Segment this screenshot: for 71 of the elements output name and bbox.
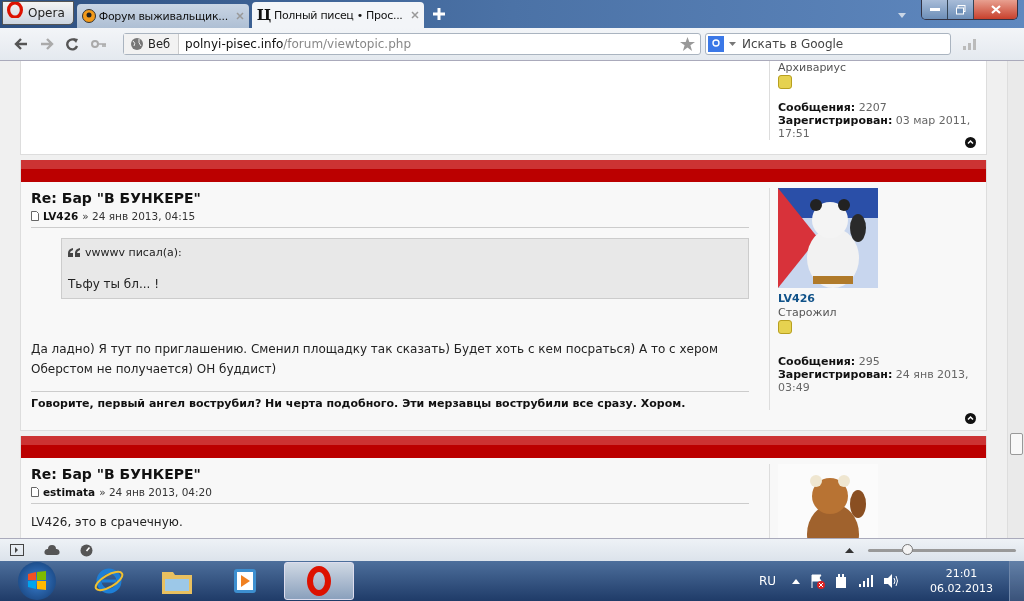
cloud-icon[interactable] — [44, 545, 60, 555]
opera-logo-icon — [307, 566, 331, 596]
clock-date: 06.02.2013 — [930, 581, 993, 596]
url-text: polnyi-pisec.info/forum/viewtopic.php — [184, 37, 412, 51]
post-date: » 24 янв 2013, 04:20 — [99, 486, 212, 498]
user-rank: Старожил — [778, 306, 838, 319]
reload-icon[interactable] — [66, 37, 79, 51]
tab-title: Полный писец • Прос... — [273, 8, 404, 22]
start-button[interactable] — [18, 562, 56, 600]
back-to-top-icon[interactable] — [965, 413, 976, 424]
search-engine-icon[interactable] — [708, 36, 724, 52]
favicon-icon — [81, 9, 96, 23]
restore-button[interactable] — [948, 0, 974, 19]
post-icon[interactable] — [31, 487, 39, 497]
show-hidden-icons-icon[interactable] — [792, 578, 800, 584]
post-text: Да ладно) Я тут по приглашению. Сменил площадку так сказать) Будет хоть с кем посраться) А то с хером Оберстом не получается) ОН буддист) — [31, 341, 719, 378]
address-field[interactable]: Веб polnyi-pisec.info/forum/viewtopic.php — [123, 33, 701, 55]
flag-icon[interactable] — [810, 573, 825, 589]
registration-date: Зарегистрирован: 03 мар 2011, 17:51 — [778, 114, 972, 140]
panel-toggle-icon[interactable] — [10, 544, 24, 556]
close-icon[interactable] — [410, 11, 419, 19]
registration-date: Зарегистрирован: 24 янв 2013, 03:49 — [778, 368, 970, 394]
search-field[interactable]: Искать в Google — [705, 33, 951, 55]
signature: Говорите, первый ангел вострубил? Ни черта подобного. Эти мерзавцы вострубили все сразу. Хором. — [31, 391, 749, 410]
browser-tab[interactable]: Ц Полный писец • Прос... — [251, 2, 424, 28]
clock-time: 21:01 — [945, 566, 978, 581]
minimize-icon — [929, 7, 940, 12]
post-title[interactable]: Re: Бар "В БУНКЕРЕ" — [31, 466, 749, 482]
favicon-letter: Ц — [256, 6, 271, 24]
windows-logo-icon — [26, 570, 48, 592]
post-icon[interactable] — [31, 211, 39, 221]
quote-text: Тьфу ты бл... ! — [68, 277, 160, 291]
volume-icon[interactable] — [884, 574, 900, 588]
new-tab-icon[interactable] — [432, 8, 445, 20]
post-title[interactable]: Re: Бар "В БУНКЕРЕ" — [31, 190, 749, 206]
opera-menu-button[interactable]: Opera — [2, 1, 74, 25]
play-icon — [232, 567, 258, 595]
profile-name[interactable]: LV426 — [778, 292, 974, 305]
network-icon[interactable] — [859, 575, 874, 587]
quote-icon — [68, 248, 80, 257]
back-icon[interactable] — [14, 38, 28, 50]
post-text: LV426, это в срачечную. — [31, 514, 184, 531]
post-count: Сообщения: 2207 — [778, 101, 888, 114]
browser-tab[interactable]: Форум выживальщик... — [76, 4, 249, 28]
close-icon — [990, 5, 1001, 14]
close-button[interactable] — [974, 0, 1017, 19]
minimize-button[interactable] — [922, 0, 948, 19]
clock[interactable]: 21:01 06.02.2013 — [924, 566, 999, 596]
dropdown-icon[interactable] — [729, 42, 736, 46]
restore-icon — [955, 4, 966, 15]
zoom-menu-icon[interactable] — [845, 547, 854, 553]
rank-badge — [778, 320, 792, 334]
site-badge[interactable]: Веб — [124, 34, 180, 54]
star-icon[interactable] — [680, 37, 695, 51]
language-indicator[interactable]: RU — [758, 574, 776, 588]
tab-list-icon[interactable] — [898, 13, 906, 18]
power-icon[interactable] — [835, 573, 849, 589]
tab-title: Форум выживальщик... — [98, 9, 229, 23]
post-author[interactable]: LV426 — [43, 210, 79, 222]
speedometer-icon[interactable] — [80, 543, 93, 557]
back-to-top-icon[interactable] — [965, 137, 976, 148]
scrollbar[interactable] — [1007, 61, 1024, 538]
user-rank: Архивариус — [778, 61, 848, 74]
browser-logo-icon — [94, 566, 124, 596]
post-date: » 24 янв 2013, 04:15 — [82, 210, 196, 222]
post-author[interactable]: estimata — [43, 486, 96, 498]
post-count: Сообщения: 295 — [778, 355, 881, 368]
opera-logo-icon — [7, 2, 23, 18]
rank-badge — [778, 75, 792, 89]
globe-icon — [130, 37, 144, 51]
quote-author: vwwwv писал(a): — [85, 246, 182, 259]
